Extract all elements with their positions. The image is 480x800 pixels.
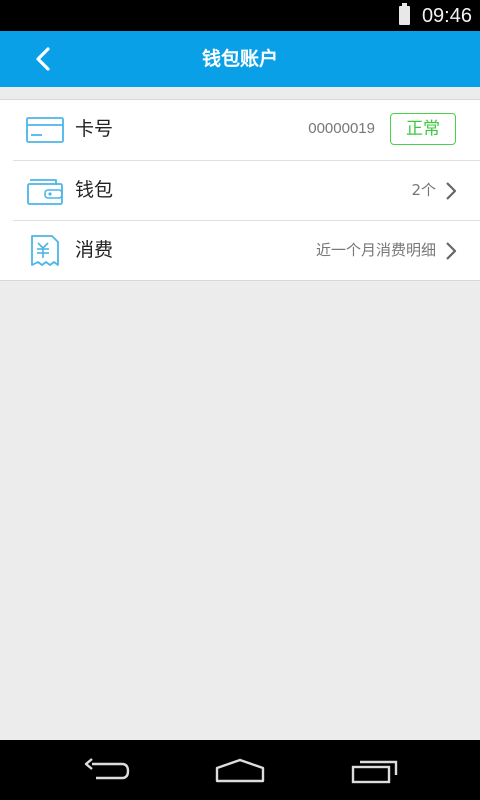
- nav-home-icon[interactable]: [214, 758, 266, 784]
- receipt-yen-icon: [31, 235, 59, 266]
- title-bar: 钱包账户: [0, 31, 480, 87]
- status-time: 09:46: [421, 5, 472, 27]
- nav-back-icon[interactable]: [82, 758, 132, 784]
- chevron-right-icon: [446, 182, 457, 200]
- nav-recents-icon[interactable]: [350, 758, 400, 784]
- consumption-detail-link: 近一个月消费明细: [315, 241, 436, 259]
- wallet-icon: [27, 179, 63, 205]
- card-number-label: 卡号: [75, 118, 114, 140]
- card-number-value: 00000019: [308, 120, 375, 137]
- status-badge: 正常: [390, 113, 456, 145]
- card-number-row: 卡号 00000019 正常: [13, 100, 480, 160]
- account-list: 卡号 00000019 正常 钱包 2个 消费 近一个月消费明细: [0, 99, 480, 281]
- wallet-label: 钱包: [75, 179, 114, 201]
- wallet-count: 2个: [411, 181, 436, 199]
- card-icon: [26, 117, 64, 143]
- wallet-row[interactable]: 钱包 2个: [13, 160, 480, 220]
- chevron-right-icon: [446, 242, 457, 260]
- system-nav-bar: [0, 740, 480, 800]
- battery-icon: [399, 3, 410, 25]
- status-bar: 09:46: [0, 0, 480, 31]
- page-title: 钱包账户: [201, 48, 278, 70]
- consumption-row[interactable]: 消费 近一个月消费明细: [13, 220, 480, 280]
- consumption-label: 消费: [75, 239, 114, 261]
